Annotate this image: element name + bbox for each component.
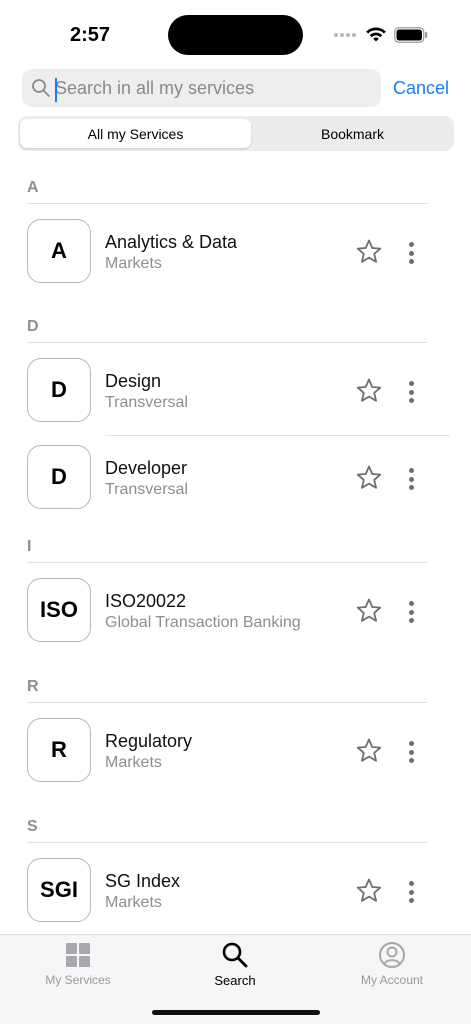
- search-icon: [32, 79, 50, 97]
- tab-search[interactable]: Search: [175, 941, 295, 991]
- bookmark-star-icon[interactable]: [355, 597, 383, 625]
- section-header-a: A: [0, 168, 471, 204]
- signal-dots-icon: [334, 33, 356, 37]
- cancel-button[interactable]: Cancel: [393, 78, 449, 99]
- tab-label: Search: [214, 973, 256, 988]
- section-header-d: D: [0, 307, 471, 343]
- service-subtitle: Transversal: [105, 394, 188, 411]
- tab-my-services[interactable]: My Services: [18, 941, 138, 991]
- bookmark-star-icon[interactable]: [355, 238, 383, 266]
- dynamic-island: [168, 15, 303, 55]
- service-row-developer[interactable]: D Developer Transversal: [0, 430, 471, 533]
- search-icon: [222, 942, 248, 968]
- services-list: A A Analytics & Data Markets D D Design …: [0, 168, 471, 943]
- status-bar: 2:57: [0, 0, 471, 62]
- service-subtitle: Markets: [105, 894, 162, 911]
- bookmark-star-icon[interactable]: [355, 377, 383, 405]
- service-badge: ISO: [27, 578, 91, 642]
- more-options-icon[interactable]: [404, 466, 418, 492]
- bookmark-star-icon[interactable]: [355, 737, 383, 765]
- service-row-iso20022[interactable]: ISO ISO20022 Global Transaction Banking: [0, 563, 471, 667]
- tab-label: My Services: [45, 973, 111, 987]
- service-subtitle: Global Transaction Banking: [105, 614, 301, 631]
- bookmark-star-icon[interactable]: [355, 877, 383, 905]
- section-letter: S: [27, 818, 38, 835]
- service-title: ISO20022: [105, 591, 187, 611]
- service-row-analytics[interactable]: A Analytics & Data Markets: [0, 204, 471, 307]
- home-indicator: [152, 1010, 320, 1015]
- status-time: 2:57: [70, 24, 111, 46]
- battery-icon: [394, 27, 428, 43]
- more-options-icon[interactable]: [404, 879, 418, 905]
- wifi-icon: [366, 27, 386, 42]
- service-badge: R: [27, 718, 91, 782]
- service-title: Design: [105, 371, 162, 391]
- tab-label: My Account: [360, 973, 424, 987]
- more-options-icon[interactable]: [404, 240, 418, 266]
- search-field[interactable]: [22, 69, 381, 107]
- service-subtitle: Transversal: [105, 481, 188, 498]
- service-badge: A: [27, 219, 91, 283]
- more-options-icon[interactable]: [404, 739, 418, 765]
- account-icon: [379, 942, 405, 968]
- search-input[interactable]: [55, 69, 375, 107]
- service-row-design[interactable]: D Design Transversal: [0, 343, 471, 436]
- section-letter: D: [27, 318, 39, 335]
- service-row-sg-index[interactable]: SGI SG Index Markets: [0, 843, 471, 943]
- grid-icon: [66, 943, 90, 967]
- service-badge: D: [27, 358, 91, 422]
- service-title: SG Index: [105, 871, 181, 891]
- service-badge: SGI: [27, 858, 91, 922]
- service-row-regulatory[interactable]: R Regulatory Markets: [0, 703, 471, 807]
- section-letter: A: [27, 179, 39, 196]
- section-header-r: R: [0, 667, 471, 703]
- section-header-s: S: [0, 807, 471, 843]
- segment-all-services[interactable]: All my Services: [20, 119, 251, 148]
- service-title: Regulatory: [105, 731, 193, 751]
- section-header-i: I: [0, 527, 471, 563]
- more-options-icon[interactable]: [404, 599, 418, 625]
- segment-bookmark[interactable]: Bookmark: [253, 119, 452, 148]
- bookmark-star-icon[interactable]: [355, 464, 383, 492]
- section-letter: R: [27, 678, 39, 695]
- segmented-control: All my Services Bookmark: [18, 116, 454, 151]
- tab-my-account[interactable]: My Account: [332, 941, 452, 991]
- service-title: Developer: [105, 458, 188, 478]
- service-title: Analytics & Data: [105, 232, 238, 252]
- service-subtitle: Markets: [105, 754, 162, 771]
- section-letter: I: [27, 538, 32, 555]
- text-caret: [55, 78, 57, 102]
- service-badge: D: [27, 445, 91, 509]
- more-options-icon[interactable]: [404, 379, 418, 405]
- service-subtitle: Markets: [105, 255, 162, 272]
